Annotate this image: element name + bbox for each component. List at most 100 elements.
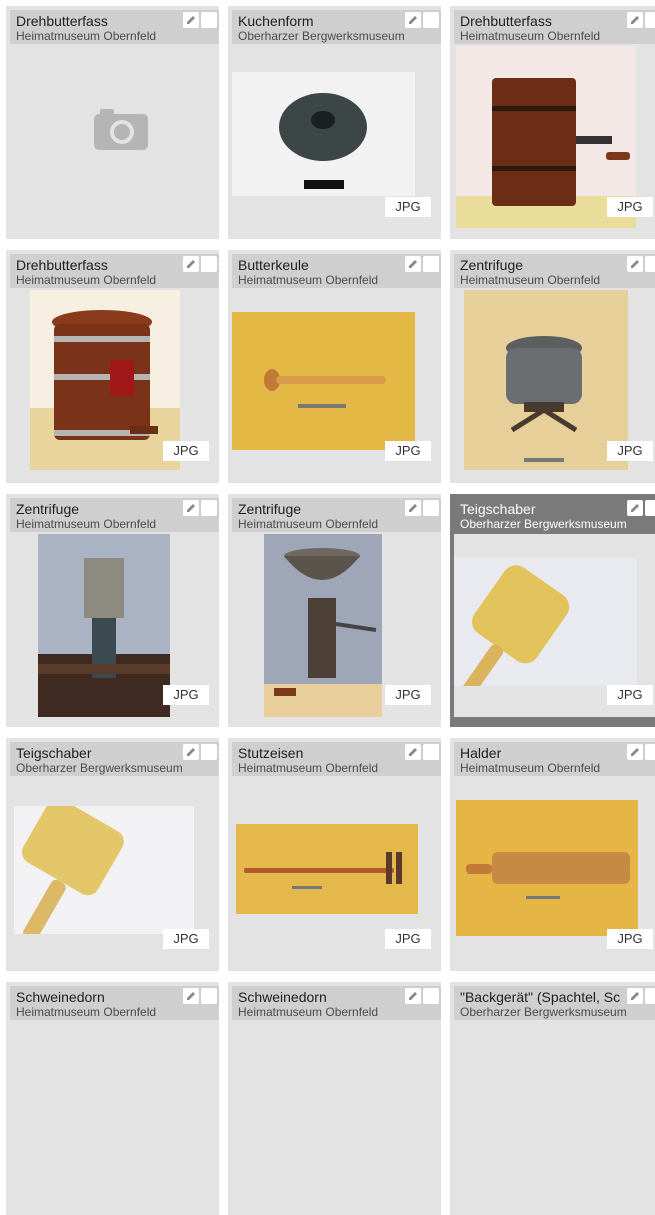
card-title: Stutzeisen <box>238 745 304 761</box>
card-museum: Heimatmuseum Obernfeld <box>238 761 379 775</box>
photo-image <box>232 312 415 450</box>
card-header: "Backgerät" (Spachtel, Sc Oberharzer Ber… <box>454 986 655 1020</box>
file-type-badge: JPG <box>607 197 653 217</box>
card-header: Stutzeisen Heimatmuseum Obernfeld <box>232 742 441 776</box>
card-museum: Heimatmuseum Obernfeld <box>238 517 379 531</box>
select-checkbox[interactable] <box>645 12 655 28</box>
pencil-icon[interactable] <box>183 256 199 272</box>
object-card[interactable]: Schweinedorn Heimatmuseum Obernfeld <box>228 982 441 1215</box>
card-title: Teigschaber <box>460 501 536 517</box>
card-title: Butterkeule <box>238 257 309 273</box>
select-checkbox[interactable] <box>201 256 217 272</box>
card-museum: Oberharzer Bergwerksmuseum <box>238 29 405 43</box>
select-checkbox[interactable] <box>423 12 439 28</box>
pencil-icon[interactable] <box>183 500 199 516</box>
select-checkbox[interactable] <box>645 744 655 760</box>
thumbnail[interactable]: JPG <box>232 778 441 961</box>
card-header: Zentrifuge Heimatmuseum Obernfeld <box>232 498 441 532</box>
select-checkbox[interactable] <box>201 988 217 1004</box>
object-card[interactable]: Halder Heimatmuseum Obernfeld JPG <box>450 738 655 971</box>
thumbnail[interactable]: JPG <box>454 534 655 717</box>
card-header: Halder Heimatmuseum Obernfeld <box>454 742 655 776</box>
pencil-icon[interactable] <box>405 12 421 28</box>
thumbnail[interactable]: JPG <box>454 46 655 229</box>
select-checkbox[interactable] <box>645 988 655 1004</box>
card-title: Schweinedorn <box>238 989 327 1005</box>
photo-image <box>236 824 418 914</box>
file-type-badge: JPG <box>385 685 431 705</box>
photo-image <box>464 290 628 470</box>
thumbnail[interactable]: JPG <box>10 290 219 473</box>
select-checkbox[interactable] <box>201 12 217 28</box>
thumbnail[interactable]: JPG <box>232 290 441 473</box>
thumbnail[interactable]: JPG <box>454 778 655 961</box>
file-type-badge: JPG <box>163 441 209 461</box>
object-card[interactable]: Butterkeule Heimatmuseum Obernfeld JPG <box>228 250 441 483</box>
card-museum: Heimatmuseum Obernfeld <box>16 517 157 531</box>
thumbnail[interactable] <box>10 46 219 229</box>
select-checkbox[interactable] <box>423 500 439 516</box>
pencil-icon[interactable] <box>183 744 199 760</box>
pencil-icon[interactable] <box>405 256 421 272</box>
object-card[interactable]: Drehbutterfass Heimatmuseum Obernfeld JP… <box>450 6 655 239</box>
object-card[interactable]: Zentrifuge Heimatmuseum Obernfeld JPG <box>228 494 441 727</box>
card-title: Zentrifuge <box>460 257 524 273</box>
pencil-icon[interactable] <box>627 256 643 272</box>
photo-image <box>456 800 638 936</box>
card-header: Schweinedorn Heimatmuseum Obernfeld <box>10 986 219 1020</box>
object-card[interactable]: "Backgerät" (Spachtel, Sc Oberharzer Ber… <box>450 982 655 1215</box>
thumbnail[interactable]: JPG <box>232 46 441 229</box>
select-checkbox[interactable] <box>423 988 439 1004</box>
photo-image <box>38 534 170 717</box>
card-header: Teigschaber Oberharzer Bergwerksmuseum <box>10 742 219 776</box>
thumbnail[interactable]: JPG <box>232 534 441 717</box>
select-checkbox[interactable] <box>201 500 217 516</box>
object-card[interactable]: Teigschaber Oberharzer Bergwerksmuseum J… <box>6 738 219 971</box>
pencil-icon[interactable] <box>405 988 421 1004</box>
card-museum: Oberharzer Bergwerksmuseum <box>460 1005 627 1019</box>
pencil-icon[interactable] <box>405 500 421 516</box>
card-header: Zentrifuge Heimatmuseum Obernfeld <box>10 498 219 532</box>
pencil-icon[interactable] <box>627 744 643 760</box>
object-card[interactable]: Schweinedorn Heimatmuseum Obernfeld <box>6 982 219 1215</box>
card-title: Teigschaber <box>16 745 92 761</box>
file-type-badge: JPG <box>607 929 653 949</box>
card-title: Drehbutterfass <box>16 13 108 29</box>
pencil-icon[interactable] <box>405 744 421 760</box>
object-card[interactable]: Drehbutterfass Heimatmuseum Obernfeld JP… <box>6 250 219 483</box>
card-title: "Backgerät" (Spachtel, Sc <box>460 989 621 1005</box>
select-checkbox[interactable] <box>423 744 439 760</box>
object-grid: Drehbutterfass Heimatmuseum Obernfeld Ku… <box>0 0 655 1215</box>
object-card[interactable]: Drehbutterfass Heimatmuseum Obernfeld <box>6 6 219 239</box>
file-type-badge: JPG <box>163 685 209 705</box>
thumbnail[interactable]: JPG <box>10 534 219 717</box>
card-title: Drehbutterfass <box>16 257 108 273</box>
pencil-icon[interactable] <box>627 500 643 516</box>
select-checkbox[interactable] <box>201 744 217 760</box>
card-title: Kuchenform <box>238 13 314 29</box>
thumbnail[interactable]: JPG <box>454 290 655 473</box>
photo-image <box>14 806 194 934</box>
card-title: Halder <box>460 745 502 761</box>
card-museum: Heimatmuseum Obernfeld <box>460 273 601 287</box>
select-checkbox[interactable] <box>645 500 655 516</box>
object-card[interactable]: Zentrifuge Heimatmuseum Obernfeld JPG <box>6 494 219 727</box>
pencil-icon[interactable] <box>183 988 199 1004</box>
card-header: Kuchenform Oberharzer Bergwerksmuseum <box>232 10 441 44</box>
select-checkbox[interactable] <box>423 256 439 272</box>
select-checkbox[interactable] <box>645 256 655 272</box>
object-card[interactable]: Kuchenform Oberharzer Bergwerksmuseum JP… <box>228 6 441 239</box>
photo-image <box>232 72 415 196</box>
card-museum: Heimatmuseum Obernfeld <box>16 29 157 43</box>
object-card[interactable]: Stutzeisen Heimatmuseum Obernfeld JPG <box>228 738 441 971</box>
card-header: Schweinedorn Heimatmuseum Obernfeld <box>232 986 441 1020</box>
object-card[interactable]: Zentrifuge Heimatmuseum Obernfeld JPG <box>450 250 655 483</box>
pencil-icon[interactable] <box>183 12 199 28</box>
card-header: Butterkeule Heimatmuseum Obernfeld <box>232 254 441 288</box>
file-type-badge: JPG <box>607 685 653 705</box>
card-header: Drehbutterfass Heimatmuseum Obernfeld <box>10 10 219 44</box>
thumbnail[interactable]: JPG <box>10 778 219 961</box>
pencil-icon[interactable] <box>627 988 643 1004</box>
object-card-selected[interactable]: Teigschaber Oberharzer Bergwerksmuseum J… <box>450 494 655 727</box>
pencil-icon[interactable] <box>627 12 643 28</box>
